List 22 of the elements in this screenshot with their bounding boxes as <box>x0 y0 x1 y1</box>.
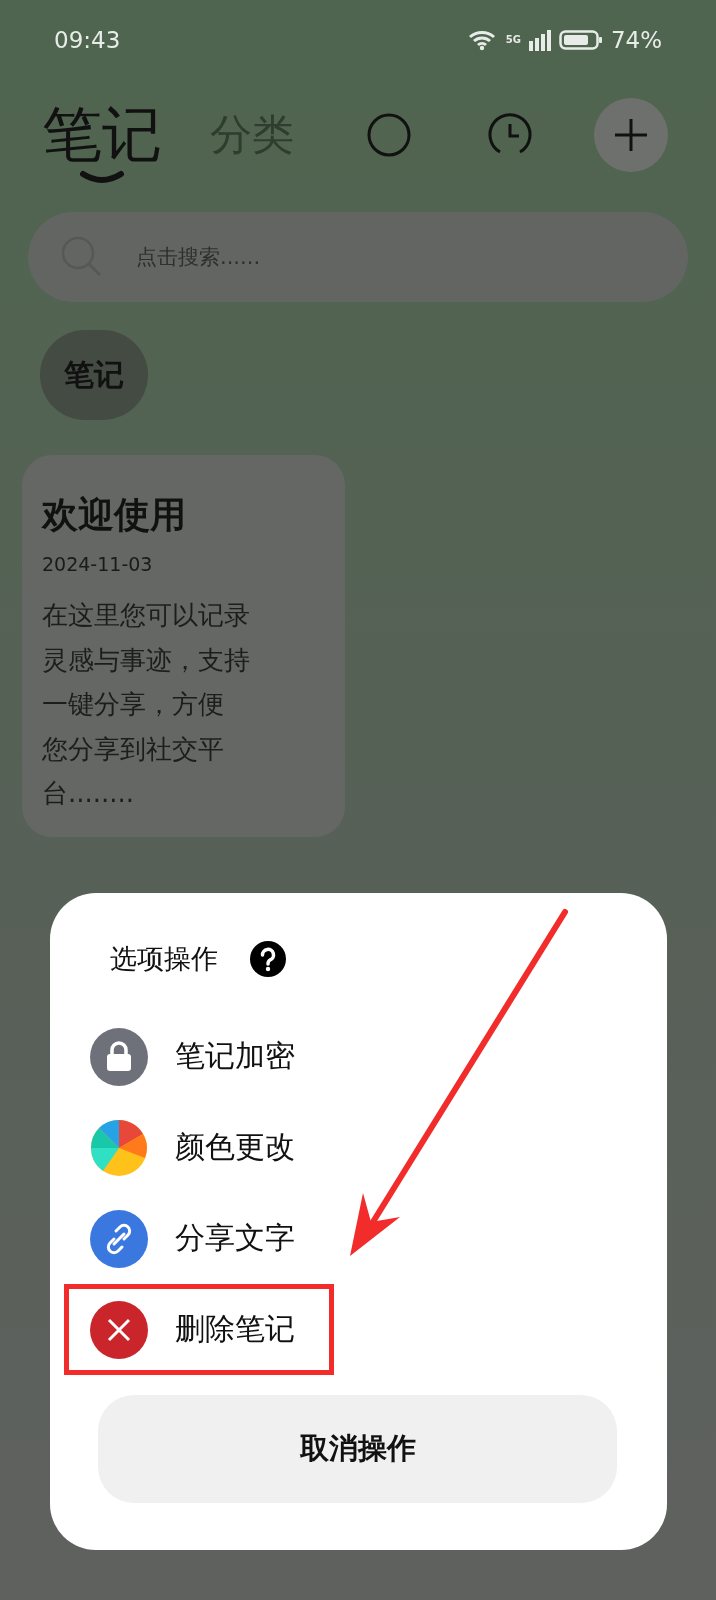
help-icon[interactable] <box>250 941 286 977</box>
tab-indicator-icon <box>80 170 124 186</box>
menu-item[interactable]: 分享文字 <box>64 1193 334 1284</box>
close-icon <box>89 1299 149 1360</box>
battery-percentage: 74% <box>610 27 662 53</box>
note-date: 2024-11-03 <box>42 553 154 575</box>
circle-icon <box>366 113 411 157</box>
battery-icon <box>558 29 603 51</box>
wifi-icon <box>467 29 498 51</box>
color-wheel-icon <box>89 1117 149 1178</box>
dialog-title: 选项操作 <box>110 942 218 976</box>
signal-icon <box>528 29 551 51</box>
cancel-button[interactable]: 取消操作 <box>98 1395 617 1503</box>
network-label: 5G <box>505 35 521 45</box>
menu-item[interactable]: 颜色更改 <box>64 1102 334 1193</box>
menu-item[interactable]: 笔记加密 <box>64 1011 334 1102</box>
lock-icon <box>89 1026 149 1087</box>
menu-item[interactable]: 删除笔记 <box>64 1284 334 1375</box>
note-title: 欢迎使用 <box>42 493 187 537</box>
link-icon <box>89 1208 149 1269</box>
note-preview: 在这里您可以记录 灵感与事迹，支持 一键分享，方便 您分享到社交平 台........ <box>42 599 251 810</box>
time: 09:43 <box>54 27 121 53</box>
